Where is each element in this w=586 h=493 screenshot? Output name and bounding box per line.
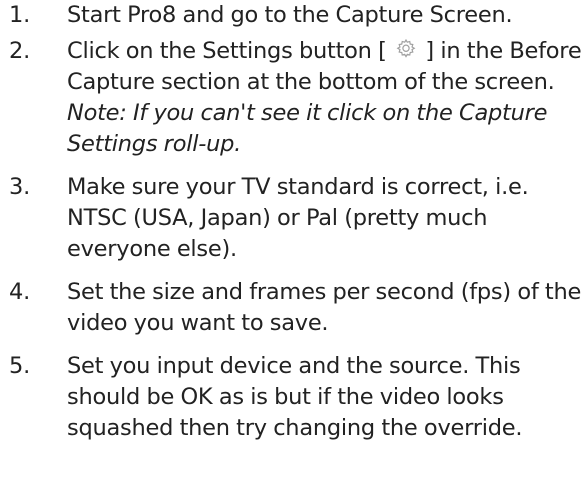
- step-text: Set the size and frames per second (fps)…: [67, 279, 582, 336]
- step-number: 3.: [9, 174, 30, 200]
- gear-icon: [396, 38, 416, 58]
- list-item-step-4: 4. Set the size and frames per second (f…: [0, 277, 586, 339]
- step-text: Make sure your TV standard is correct, i…: [67, 174, 529, 262]
- step-number: 1.: [9, 2, 30, 28]
- step-text: Start Pro8 and go to the Capture Screen.: [67, 2, 513, 28]
- list-item-step-2: 2. Click on the Settings button [ ] in t…: [0, 36, 586, 160]
- instruction-list: 1. Start Pro8 and go to the Capture Scre…: [0, 0, 586, 456]
- list-item-step-3: 3. Make sure your TV standard is correct…: [0, 172, 586, 265]
- step-number: 4.: [9, 279, 30, 305]
- step-text: Set you input device and the source. Thi…: [67, 353, 523, 441]
- step-text: Click on the Settings button [: [67, 38, 387, 64]
- step-number: 5.: [9, 353, 30, 379]
- list-item-step-1: 1. Start Pro8 and go to the Capture Scre…: [0, 0, 586, 31]
- step-number: 2.: [9, 38, 30, 64]
- list-item-step-5: 5. Set you input device and the source. …: [0, 351, 586, 444]
- step-note: Note: If you can't see it click on the C…: [67, 100, 548, 157]
